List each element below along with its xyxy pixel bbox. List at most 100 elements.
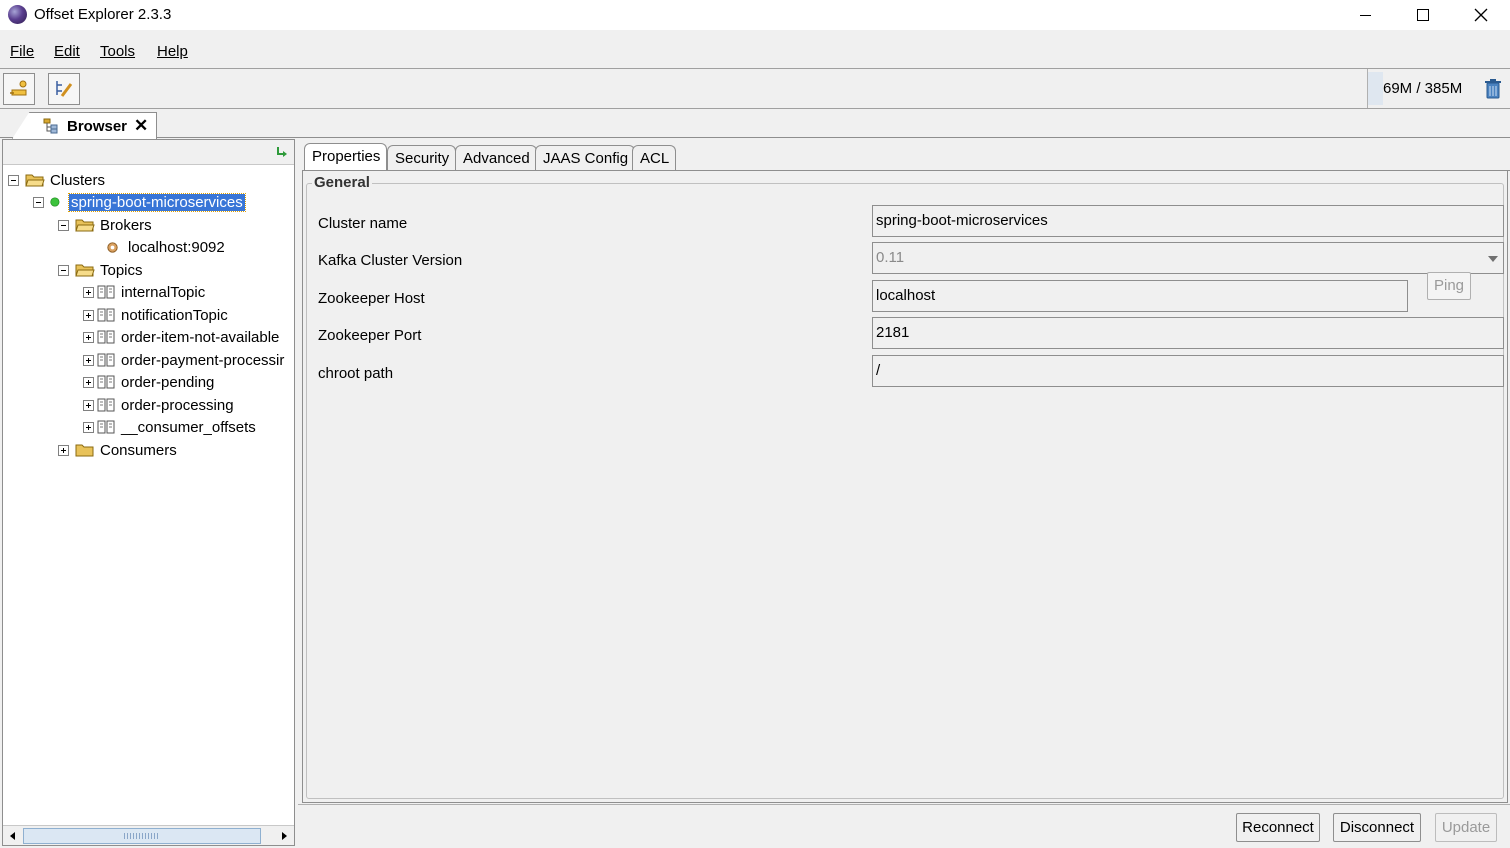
tree-label: __consumer_offsets [121, 418, 256, 436]
browser-tree-icon [43, 118, 58, 134]
tab-browser[interactable]: Browser ✕ [12, 112, 157, 139]
scroll-right-icon[interactable] [276, 828, 292, 844]
memory-indicator[interactable]: 69M / 385M [1367, 69, 1510, 108]
collapse-icon[interactable] [58, 264, 69, 276]
tree-item-topic[interactable]: notificationTopic [83, 304, 228, 326]
cluster-name-field[interactable]: spring-boot-microservices [872, 205, 1504, 237]
open-folder-icon [75, 219, 95, 232]
properties-content: General Cluster name spring-boot-microse… [302, 171, 1508, 803]
expand-icon[interactable] [83, 331, 94, 343]
tree-item-cluster[interactable]: spring-boot-microservices [33, 191, 246, 213]
tree-label: order-item-not-available [121, 328, 280, 346]
tree-label: Topics [100, 261, 143, 279]
kafka-version-select[interactable]: 0.11 [872, 242, 1504, 274]
minimize-button[interactable] [1336, 0, 1394, 30]
tree-label: Clusters [50, 171, 106, 189]
expand-icon[interactable] [83, 399, 94, 411]
maximize-button[interactable] [1394, 0, 1452, 30]
garbage-collect-icon[interactable] [1485, 79, 1501, 99]
expand-icon[interactable] [58, 444, 69, 456]
tab-acl[interactable]: ACL [632, 145, 677, 170]
topic-book-icon [97, 398, 115, 412]
tab-advanced[interactable]: Advanced [455, 145, 537, 170]
collapse-icon[interactable] [8, 174, 19, 186]
kafka-version-value: 0.11 [876, 249, 905, 266]
edit-settings-button[interactable] [48, 73, 80, 105]
tree-header [3, 140, 294, 165]
cluster-name-label: Cluster name [318, 215, 408, 232]
tree-label: order-pending [121, 373, 215, 391]
chevron-down-icon [1488, 256, 1498, 262]
zookeeper-host-label: Zookeeper Host [318, 290, 425, 307]
scrollbar-thumb[interactable] [23, 828, 261, 844]
tree-item-topic[interactable]: order-item-not-available [83, 326, 279, 348]
refresh-icon[interactable] [275, 145, 289, 161]
tree-item-broker[interactable]: localhost:9092 [105, 236, 225, 258]
add-cluster-button[interactable] [3, 73, 35, 105]
menu-bar: File Edit Tools Help [0, 36, 1510, 66]
tab-browser-label: Browser [67, 118, 128, 135]
tree-label: localhost:9092 [128, 238, 225, 256]
properties-panel: Properties Security Advanced JAAS Config… [298, 139, 1510, 846]
tree-item-topic[interactable]: __consumer_offsets [83, 416, 256, 438]
expand-icon[interactable] [83, 421, 94, 433]
tree-item-topic[interactable]: internalTopic [83, 281, 205, 303]
expand-icon[interactable] [83, 376, 94, 388]
menu-tools[interactable]: Tools [100, 43, 135, 60]
tree-label-selected: spring-boot-microservices [68, 192, 246, 212]
chroot-path-label: chroot path [318, 365, 394, 382]
reconnect-button[interactable]: Reconnect [1236, 813, 1320, 842]
expand-icon[interactable] [83, 309, 94, 321]
close-icon [1474, 8, 1488, 22]
close-window-button[interactable] [1452, 0, 1510, 30]
tree-item-topic[interactable]: order-processing [83, 394, 234, 416]
tree-label: Consumers [100, 441, 177, 459]
topic-book-icon [97, 330, 115, 344]
zookeeper-host-field[interactable]: localhost [872, 280, 1408, 312]
window-title: Offset Explorer 2.3.3 [34, 6, 172, 23]
connected-status-icon [50, 197, 60, 207]
open-folder-icon [75, 264, 95, 277]
action-bar: Reconnect Disconnect Update [298, 804, 1510, 846]
edit-tree-icon [56, 81, 73, 97]
add-cluster-icon [10, 80, 27, 96]
tab-security[interactable]: Security [387, 145, 457, 170]
toolbar: 69M / 385M [0, 68, 1510, 109]
tree-item-consumers[interactable]: Consumers [58, 439, 177, 461]
memory-usage-bar [1368, 72, 1383, 105]
tree-item-topic[interactable]: order-payment-processir [83, 349, 284, 371]
zookeeper-port-field[interactable]: 2181 [872, 317, 1504, 349]
tree-horizontal-scrollbar[interactable] [3, 825, 294, 845]
collapse-icon[interactable] [33, 196, 44, 208]
chroot-path-field[interactable]: / [872, 355, 1504, 387]
tree-label: order-payment-processir [121, 351, 285, 369]
minimize-icon [1359, 14, 1371, 16]
tree-item-brokers[interactable]: Brokers [58, 214, 152, 236]
closed-folder-icon [75, 444, 94, 457]
close-tab-icon[interactable]: ✕ [134, 116, 148, 136]
expand-icon[interactable] [83, 286, 94, 298]
open-folder-icon [25, 174, 45, 187]
tree-item-topic[interactable]: order-pending [83, 371, 214, 393]
document-tabs: Browser ✕ [0, 110, 1510, 139]
collapse-icon[interactable] [58, 219, 69, 231]
menu-file[interactable]: File [10, 43, 34, 60]
tree-label: internalTopic [121, 283, 206, 301]
menu-edit[interactable]: Edit [54, 43, 80, 60]
title-bar: Offset Explorer 2.3.3 [0, 0, 1510, 30]
topic-book-icon [97, 420, 115, 434]
tree-label: Brokers [100, 216, 152, 234]
topic-book-icon [97, 308, 115, 322]
tree-item-clusters[interactable]: Clusters [8, 169, 105, 191]
scroll-left-icon[interactable] [5, 828, 21, 844]
tree-item-topics[interactable]: Topics [58, 259, 143, 281]
expand-icon[interactable] [83, 354, 94, 366]
topic-book-icon [97, 353, 115, 367]
topic-book-icon [97, 285, 115, 299]
tab-properties[interactable]: Properties [304, 143, 388, 171]
disconnect-button[interactable]: Disconnect [1333, 813, 1421, 842]
ping-button[interactable]: Ping [1427, 272, 1471, 300]
tab-jaas-config[interactable]: JAAS Config [535, 145, 636, 170]
menu-help[interactable]: Help [157, 43, 188, 60]
update-button[interactable]: Update [1435, 813, 1497, 842]
